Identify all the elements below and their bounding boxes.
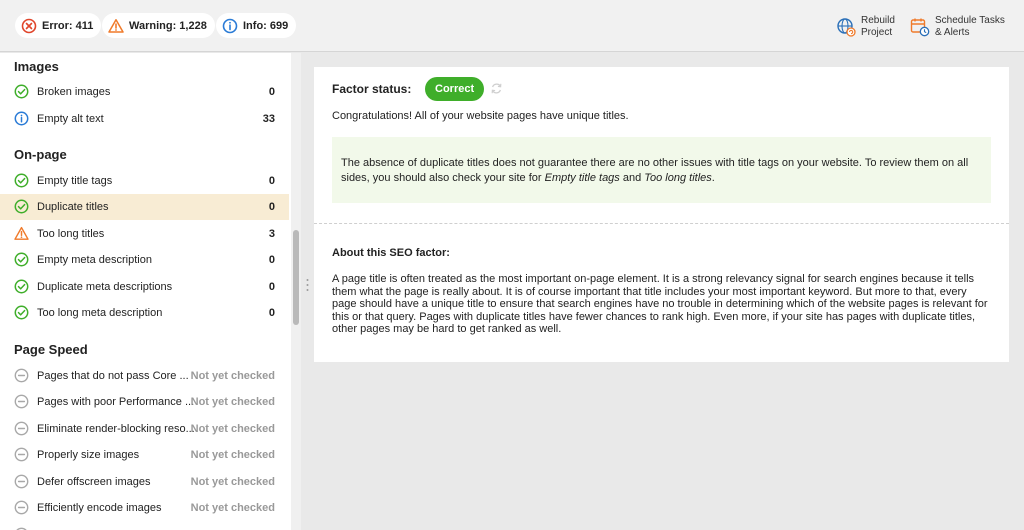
- calendar-clock-icon: [910, 18, 930, 37]
- about-title: About this SEO factor:: [332, 247, 450, 259]
- factor-count: Not yet checked: [190, 423, 275, 435]
- factor-row-too-long-titles[interactable]: Too long titles 3: [0, 221, 289, 247]
- minus-circle-icon: [14, 394, 29, 409]
- factor-label: Pages that do not pass Core ...: [37, 370, 189, 382]
- minus-circle-icon: [14, 421, 29, 436]
- factor-count: Not yet checked: [190, 396, 275, 408]
- rebuild-project-button[interactable]: Rebuild Project: [836, 15, 895, 39]
- minus-circle-icon: [14, 500, 29, 515]
- factor-label: Pages with poor Performance ...: [37, 396, 195, 408]
- factor-detail-panel: Factor status: Correct Congratulations! …: [314, 67, 1009, 362]
- warning-triangle-icon: [14, 226, 29, 240]
- info-note-box: The absence of duplicate titles does not…: [332, 137, 991, 203]
- about-text: A page title is often treated as the mos…: [332, 273, 988, 336]
- factor-row-broken-images[interactable]: Broken images 0: [0, 79, 289, 105]
- note-and: and: [619, 172, 645, 184]
- check-circle-icon: [14, 84, 29, 99]
- factor-count: Not yet checked: [190, 502, 275, 514]
- factor-row-duplicate-titles[interactable]: Duplicate titles 0: [0, 194, 289, 220]
- factor-count: Not yet checked: [190, 370, 275, 382]
- top-toolbar: Error: 411 Warning: 1,228 Info: 699 Rebu…: [0, 0, 1024, 52]
- error-icon: [21, 18, 37, 33]
- error-count-label: Error: 411: [42, 19, 94, 32]
- schedule-line2: & Alerts: [935, 27, 970, 38]
- factor-count: 0: [268, 86, 275, 98]
- info-circle-icon: [14, 111, 29, 126]
- factor-count: 0: [268, 281, 275, 293]
- factor-label: Properly size images: [37, 449, 140, 461]
- info-count-pill[interactable]: Info: 699: [216, 13, 297, 38]
- refresh-icon[interactable]: [490, 82, 503, 95]
- factor-row-partial[interactable]: [0, 522, 289, 530]
- section-divider: [314, 223, 1009, 224]
- status-badge: Correct: [425, 77, 485, 101]
- factor-row-core-web-vitals[interactable]: Pages that do not pass Core ... Not yet …: [0, 363, 289, 389]
- sidebar-scrollbar-thumb[interactable]: [293, 230, 299, 325]
- check-circle-icon: [14, 199, 29, 214]
- factor-label: Duplicate titles: [37, 201, 109, 213]
- factor-count: 33: [262, 113, 275, 125]
- check-circle-icon: [14, 252, 29, 267]
- note-link-too-long-titles[interactable]: Too long titles: [644, 172, 711, 184]
- check-circle-icon: [14, 279, 29, 294]
- section-title-on-page: On-page: [14, 147, 67, 162]
- info-icon: [222, 18, 238, 33]
- factor-count: 0: [268, 175, 275, 187]
- warning-icon: [108, 18, 124, 33]
- schedule-tasks-button[interactable]: Schedule Tasks & Alerts: [910, 15, 1005, 39]
- factor-count: Not yet checked: [190, 476, 275, 488]
- globe-refresh-icon: [837, 18, 856, 37]
- minus-circle-icon: [14, 447, 29, 462]
- factor-status-label: Factor status:: [332, 82, 412, 96]
- check-circle-icon: [14, 305, 29, 320]
- factor-row-duplicate-meta-descriptions[interactable]: Duplicate meta descriptions 0: [0, 274, 289, 300]
- factor-row-properly-size-images[interactable]: Properly size images Not yet checked: [0, 442, 289, 468]
- check-circle-icon: [14, 173, 29, 188]
- factor-label: Too long titles: [37, 228, 105, 240]
- section-title-images: Images: [14, 59, 59, 74]
- factor-row-render-blocking[interactable]: Eliminate render-blocking reso... Not ye…: [0, 416, 289, 442]
- error-count-pill[interactable]: Error: 411: [15, 13, 102, 38]
- factor-row-empty-title-tags[interactable]: Empty title tags 0: [0, 168, 289, 194]
- congrats-message: Congratulations! All of your website pag…: [332, 110, 629, 122]
- factor-count: 0: [268, 254, 275, 266]
- factor-sidebar: Images Broken images 0 Empty alt text 33…: [0, 53, 291, 530]
- factor-label: Duplicate meta descriptions: [37, 281, 173, 293]
- factor-count: 0: [268, 201, 275, 213]
- schedule-line1: Schedule Tasks: [935, 15, 1005, 26]
- factor-label: Defer offscreen images: [37, 476, 151, 488]
- factor-count: Not yet checked: [190, 449, 275, 461]
- section-title-page-speed: Page Speed: [14, 342, 88, 357]
- factor-label: Empty title tags: [37, 175, 113, 187]
- splitter-grip-icon[interactable]: [306, 278, 309, 292]
- note-end: .: [711, 172, 715, 184]
- factor-label: Eliminate render-blocking reso...: [37, 423, 195, 435]
- minus-circle-icon: [14, 474, 29, 489]
- factor-label: Too long meta description: [37, 307, 163, 319]
- factor-count: 0: [268, 307, 275, 319]
- note-link-empty-title-tags[interactable]: Empty title tags: [545, 172, 620, 184]
- factor-row-poor-performance[interactable]: Pages with poor Performance ... Not yet …: [0, 389, 289, 415]
- factor-label: Empty meta description: [37, 254, 152, 266]
- rebuild-line1: Rebuild: [861, 15, 895, 26]
- factor-label: Broken images: [37, 86, 111, 98]
- factor-label: Empty alt text: [37, 113, 104, 125]
- minus-circle-icon: [14, 368, 29, 383]
- info-count-label: Info: 699: [243, 19, 289, 32]
- factor-label: Efficiently encode images: [37, 502, 162, 514]
- rebuild-line2: Project: [861, 27, 893, 38]
- warning-count-label: Warning: 1,228: [129, 19, 207, 32]
- factor-row-efficiently-encode-images[interactable]: Efficiently encode images Not yet checke…: [0, 495, 289, 521]
- factor-row-defer-offscreen-images[interactable]: Defer offscreen images Not yet checked: [0, 469, 289, 495]
- factor-count: 3: [268, 228, 275, 240]
- factor-row-empty-alt-text[interactable]: Empty alt text 33: [0, 106, 289, 132]
- factor-row-empty-meta-description[interactable]: Empty meta description 0: [0, 247, 289, 273]
- factor-row-too-long-meta-description[interactable]: Too long meta description 0: [0, 300, 289, 326]
- warning-count-pill[interactable]: Warning: 1,228: [102, 13, 215, 38]
